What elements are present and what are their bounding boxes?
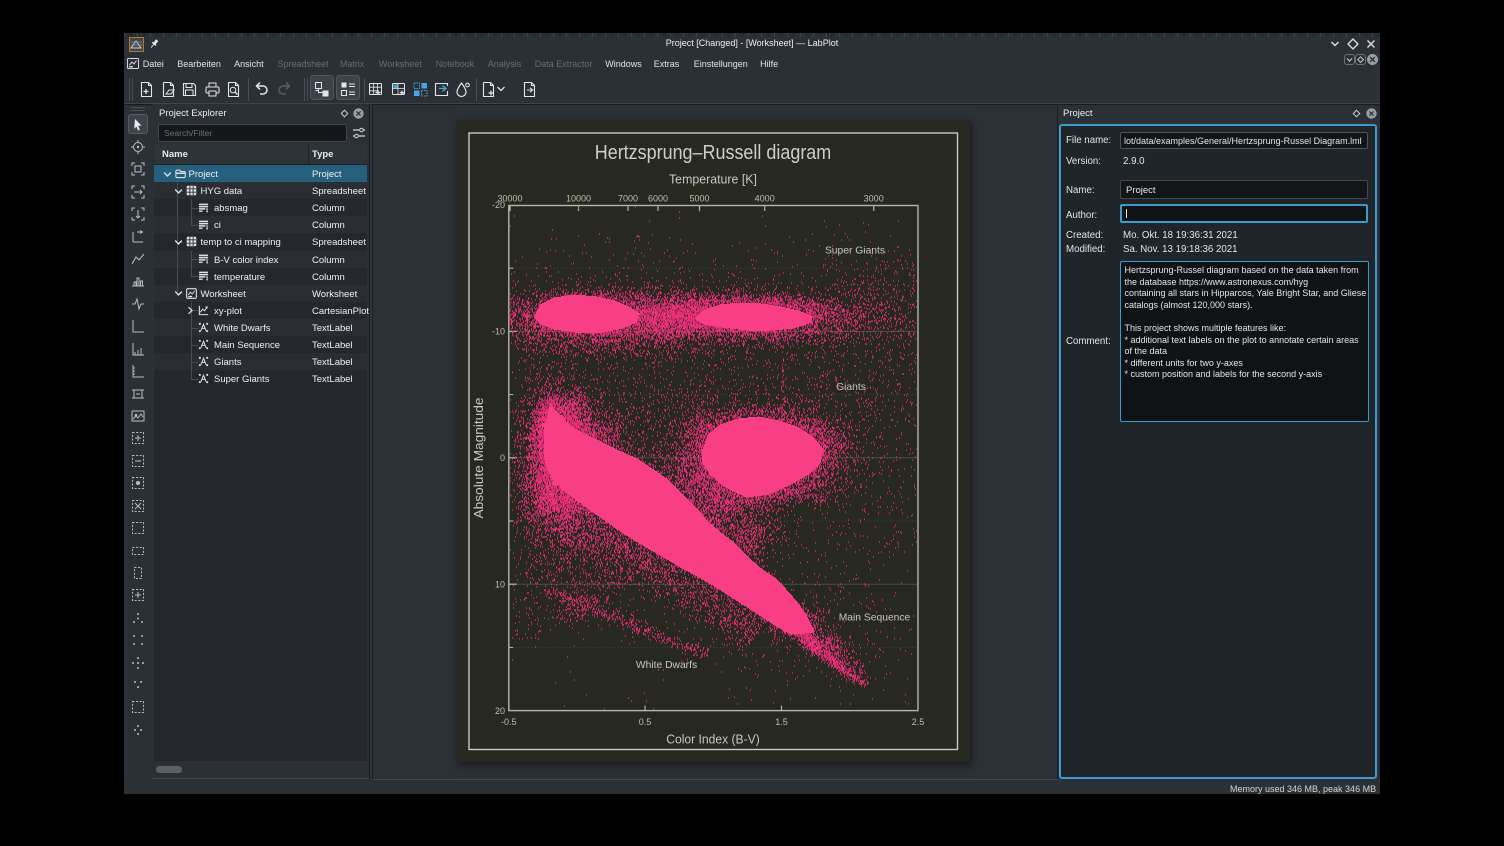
svg-text:3000: 3000 — [864, 194, 884, 204]
svg-text:10: 10 — [495, 579, 505, 589]
svg-text:1.5: 1.5 — [775, 717, 788, 727]
svg-text:10000: 10000 — [566, 194, 591, 204]
svg-text:Giants: Giants — [836, 382, 866, 393]
svg-text:5000: 5000 — [689, 194, 709, 204]
svg-text:-10: -10 — [492, 327, 505, 337]
svg-text:Hertzsprung–Russell diagram: Hertzsprung–Russell diagram — [595, 141, 832, 164]
svg-text:-20: -20 — [492, 200, 505, 210]
svg-text:6000: 6000 — [648, 194, 668, 204]
svg-text:20: 20 — [495, 706, 505, 716]
svg-text:Absolute Magnitude: Absolute Magnitude — [472, 397, 486, 518]
svg-text:-0.5: -0.5 — [501, 717, 517, 727]
svg-text:Color Index (B-V): Color Index (B-V) — [666, 733, 760, 747]
svg-text:Main Sequence: Main Sequence — [839, 613, 911, 624]
svg-text:2.5: 2.5 — [912, 717, 925, 727]
svg-text:7000: 7000 — [618, 194, 638, 204]
svg-text:0: 0 — [500, 453, 505, 463]
svg-text:4000: 4000 — [755, 194, 775, 204]
svg-text:0.5: 0.5 — [639, 717, 652, 727]
svg-text:Temperature [K]: Temperature [K] — [669, 173, 757, 187]
svg-text:Super Giants: Super Giants — [825, 246, 885, 257]
